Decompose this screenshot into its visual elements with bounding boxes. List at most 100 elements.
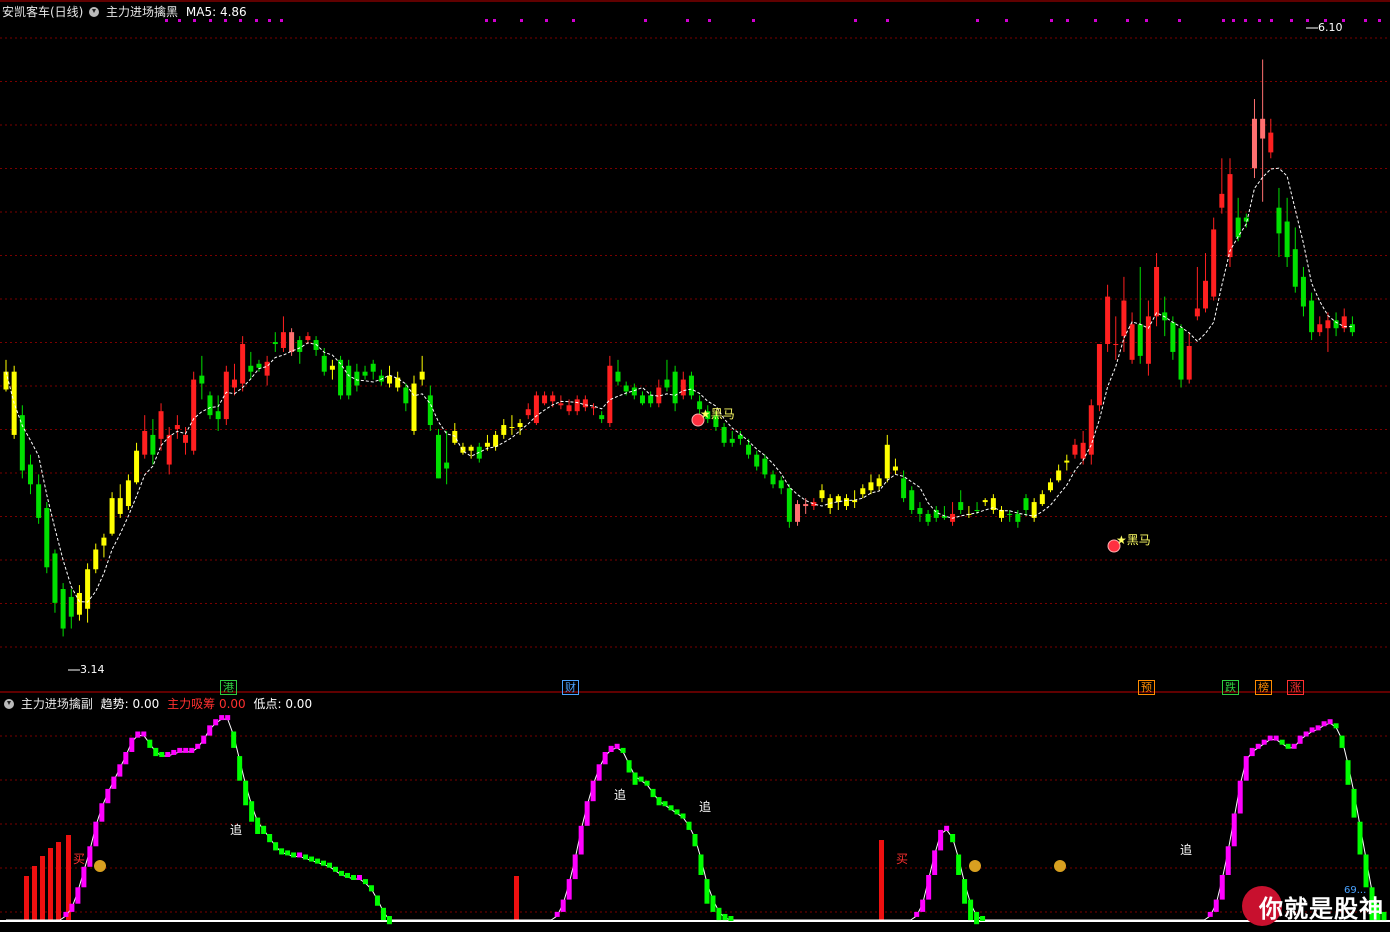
- trend-block: [1303, 731, 1309, 737]
- buy-label-2: 买: [896, 852, 909, 866]
- trend-block: [980, 916, 986, 921]
- trend-block: [968, 899, 974, 921]
- candle-body: [607, 365, 613, 424]
- candle-body: [884, 444, 890, 479]
- candle-body: [1276, 207, 1282, 234]
- candle-body: [1056, 470, 1062, 481]
- candle-body: [52, 553, 58, 603]
- trend-block: [63, 911, 69, 917]
- trend-block: [1291, 743, 1297, 749]
- trend-block: [956, 854, 962, 875]
- candle-body: [770, 474, 776, 485]
- event-tag-3[interactable]: 跌: [1222, 680, 1239, 695]
- chase-signal-1: 追: [230, 821, 242, 838]
- chase-label-3: 追: [699, 800, 712, 814]
- signal-dot: [752, 19, 755, 22]
- low-price-label: 3.14: [80, 663, 105, 676]
- candle-body: [280, 332, 286, 348]
- indicator-dropdown-icon[interactable]: [89, 7, 100, 17]
- trend-block: [207, 725, 213, 736]
- candle-body: [256, 363, 262, 368]
- dark-horse-signal-1: ★黑马: [700, 405, 735, 422]
- trend-block: [99, 803, 105, 822]
- event-tag-4[interactable]: 榜: [1255, 680, 1272, 695]
- event-tag-2[interactable]: 预: [1138, 680, 1155, 695]
- signal-dot: [572, 19, 575, 22]
- kline-chart[interactable]: 安凯客车(日线) 主力进场擒黑 MA5: 4.86 主力进场擒副 趋势: 0.0…: [0, 0, 1390, 928]
- trend-block: [356, 875, 362, 880]
- candle-body: [134, 450, 140, 483]
- trend-block: [608, 745, 614, 752]
- trend-block: [662, 801, 668, 807]
- trend-block: [572, 854, 578, 880]
- event-tag-1[interactable]: 财: [562, 680, 579, 695]
- candle-body: [101, 537, 107, 546]
- candle-body: [1080, 442, 1086, 459]
- candle-body: [729, 438, 735, 443]
- trend-block: [638, 776, 644, 782]
- candle-body: [321, 355, 327, 372]
- trend-block: [380, 907, 386, 921]
- candle-body: [166, 434, 172, 465]
- trend-block: [362, 879, 368, 885]
- event-tag-5[interactable]: 涨: [1287, 680, 1304, 695]
- candle-body: [427, 395, 433, 426]
- event-tag-0[interactable]: 港: [220, 680, 237, 695]
- candle-body: [868, 482, 874, 491]
- trend-block: [237, 756, 243, 781]
- trend-block: [1309, 727, 1315, 733]
- trend-block: [243, 780, 249, 806]
- trend-block: [632, 772, 638, 785]
- trend-block: [111, 776, 117, 789]
- trend-block: [596, 764, 602, 781]
- candle-body: [533, 395, 539, 424]
- trend-block: [87, 846, 93, 867]
- candle-body: [199, 375, 205, 384]
- sub-indicator-name[interactable]: 主力进场擒副: [21, 697, 93, 711]
- candle-body: [60, 589, 66, 629]
- chart-canvas[interactable]: [0, 0, 1390, 928]
- trend-block: [914, 911, 920, 917]
- trend-block: [1345, 760, 1351, 785]
- trend-block: [950, 834, 956, 843]
- candle-body: [558, 403, 564, 406]
- candle-body: [223, 371, 229, 420]
- trend-block: [668, 805, 674, 811]
- indicator-name[interactable]: 主力进场擒黑: [106, 5, 178, 19]
- stock-name[interactable]: 安凯客车(日线): [2, 5, 83, 19]
- trend-block: [620, 747, 626, 753]
- absorb-bar: [40, 856, 45, 920]
- candle-body: [1072, 444, 1078, 455]
- trend-block: [225, 715, 231, 721]
- candle-body: [901, 478, 907, 499]
- candle-body: [1203, 280, 1209, 309]
- candle-body: [517, 423, 523, 428]
- trend-block: [1297, 735, 1303, 744]
- buy-label-1: 买: [73, 852, 86, 866]
- low-label: 低点:: [253, 697, 282, 711]
- trend-block: [1315, 725, 1321, 731]
- candle-body: [721, 427, 727, 443]
- signal-dot: [1244, 19, 1247, 22]
- candle-body: [1015, 513, 1021, 522]
- absorb-bar: [32, 866, 37, 920]
- money-bag-icon: [94, 860, 106, 872]
- candle-body: [1349, 324, 1355, 333]
- signal-dot: [485, 19, 488, 22]
- candle-body: [819, 490, 825, 499]
- candle-body: [444, 462, 450, 469]
- trend-block: [1213, 899, 1219, 912]
- trend-block: [566, 879, 572, 900]
- signal-dot: [1290, 19, 1293, 22]
- trend-block: [932, 850, 938, 875]
- sub-indicator-dropdown-icon[interactable]: [4, 699, 14, 709]
- candle-body: [843, 498, 849, 507]
- candle-body: [1105, 296, 1111, 345]
- candle-body: [1186, 346, 1192, 380]
- trend-block: [129, 737, 135, 752]
- trend-block: [698, 854, 704, 875]
- trend-block: [321, 860, 327, 866]
- candle-body: [591, 407, 597, 409]
- candle-body: [142, 430, 148, 455]
- candle-body: [933, 509, 939, 518]
